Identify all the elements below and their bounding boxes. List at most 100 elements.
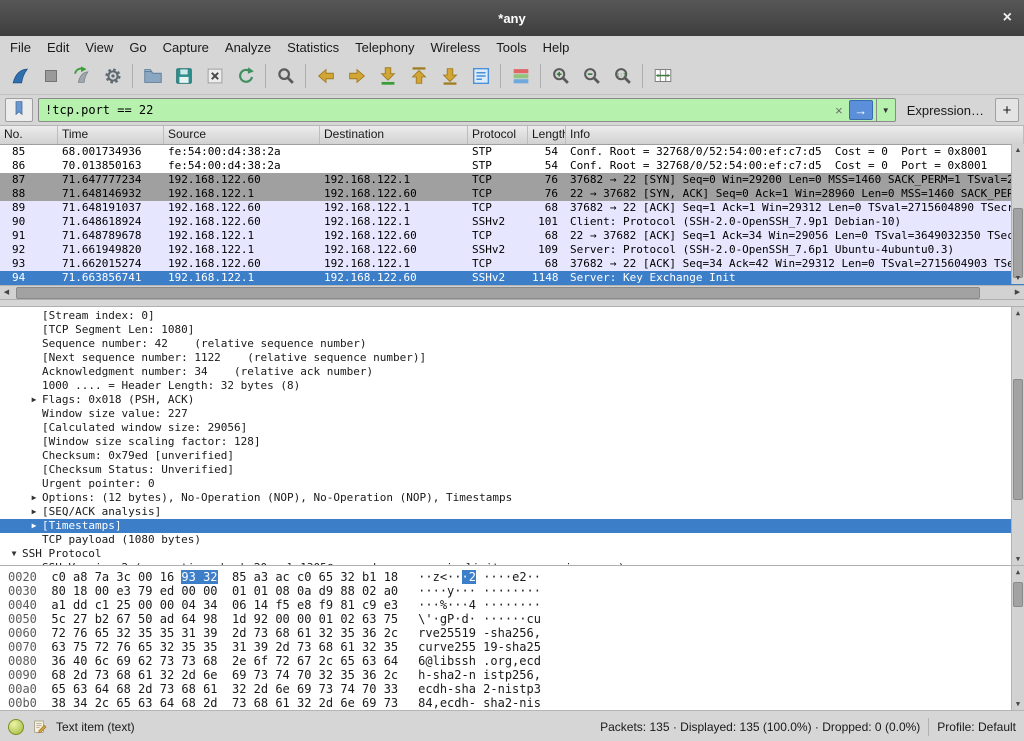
auto-scroll-button[interactable] — [465, 62, 496, 90]
zoom-original-button[interactable]: 1:1 — [607, 62, 638, 90]
go-back-button[interactable] — [310, 62, 341, 90]
menu-capture[interactable]: Capture — [155, 39, 217, 56]
column-header-length[interactable]: Length — [528, 126, 566, 144]
detail-line[interactable]: [Calculated window size: 29056] — [0, 421, 1024, 435]
menu-wireless[interactable]: Wireless — [422, 39, 488, 56]
reload-file-button[interactable] — [230, 62, 261, 90]
expander-closed-icon[interactable]: ▶ — [26, 505, 42, 519]
menu-edit[interactable]: Edit — [39, 39, 77, 56]
column-header-destination[interactable]: Destination — [320, 126, 468, 144]
colorize-packets-button[interactable] — [505, 62, 536, 90]
detail-line[interactable]: ▶Flags: 0x018 (PSH, ACK) — [0, 393, 1024, 407]
scroll-down-icon[interactable]: ▼ — [1012, 553, 1024, 565]
column-header-info[interactable]: Info — [566, 126, 1024, 144]
packet-row[interactable]: 8771.647777234192.168.122.60192.168.122.… — [0, 173, 1024, 187]
detail-line[interactable]: 1000 .... = Header Length: 32 bytes (8) — [0, 379, 1024, 393]
detail-line[interactable]: ▶Options: (12 bytes), No-Operation (NOP)… — [0, 491, 1024, 505]
find-packet-button[interactable] — [270, 62, 301, 90]
hex-row[interactable]: 00b0 38 34 2c 65 63 64 68 2d 73 68 61 32… — [0, 696, 1024, 710]
save-file-button[interactable] — [168, 62, 199, 90]
expander-closed-icon[interactable]: ▶ — [26, 491, 42, 505]
menu-help[interactable]: Help — [535, 39, 578, 56]
menu-statistics[interactable]: Statistics — [279, 39, 347, 56]
detail-line[interactable]: Acknowledgment number: 34 (relative ack … — [0, 365, 1024, 379]
column-header-no[interactable]: No. — [0, 126, 58, 144]
packet-row[interactable]: 9471.663856741192.168.122.1192.168.122.6… — [0, 271, 1024, 285]
packet-row[interactable]: 9271.661949820192.168.122.1192.168.122.6… — [0, 243, 1024, 257]
detail-line[interactable]: Urgent pointer: 0 — [0, 477, 1024, 491]
scroll-thumb[interactable] — [1013, 582, 1023, 607]
expander-closed-icon[interactable]: ▶ — [26, 393, 42, 407]
status-profile[interactable]: Profile: Default — [937, 720, 1016, 734]
detail-line[interactable]: TCP payload (1080 bytes) — [0, 533, 1024, 547]
column-header-source[interactable]: Source — [164, 126, 320, 144]
hex-row[interactable]: 0020 c0 a8 7a 3c 00 16 93 32 85 a3 ac c0… — [0, 570, 1024, 584]
scroll-down-icon[interactable]: ▼ — [1012, 698, 1024, 710]
detail-line[interactable]: [Next sequence number: 1122 (relative se… — [0, 351, 1024, 365]
menu-telephony[interactable]: Telephony — [347, 39, 422, 56]
hex-row[interactable]: 0090 68 2d 73 68 61 32 2d 6e 69 73 74 70… — [0, 668, 1024, 682]
bytes-vscrollbar[interactable]: ▲ ▼ — [1011, 566, 1024, 710]
hex-row[interactable]: 0040 a1 dd c1 25 00 00 04 34 06 14 f5 e8… — [0, 598, 1024, 612]
scroll-left-icon[interactable]: ◀ — [0, 286, 13, 298]
menu-go[interactable]: Go — [121, 39, 154, 56]
scroll-thumb[interactable] — [1013, 208, 1023, 277]
open-file-button[interactable] — [137, 62, 168, 90]
go-first-button[interactable] — [403, 62, 434, 90]
detail-line[interactable]: [Window size scaling factor: 128] — [0, 435, 1024, 449]
filter-clear-icon[interactable]: × — [829, 103, 849, 118]
stop-capture-button[interactable] — [35, 62, 66, 90]
close-window-button[interactable]: × — [1003, 0, 1012, 36]
menu-view[interactable]: View — [77, 39, 121, 56]
filter-bookmark-button[interactable] — [5, 98, 33, 122]
add-filter-button[interactable]: + — [995, 98, 1019, 122]
capture-options-button[interactable] — [97, 62, 128, 90]
packet-row[interactable]: 8568.001734936fe:54:00:d4:38:2aSTP54Conf… — [0, 145, 1024, 159]
column-header-time[interactable]: Time — [58, 126, 164, 144]
scroll-down-icon[interactable]: ▼ — [1012, 272, 1024, 284]
go-to-packet-button[interactable] — [372, 62, 403, 90]
scroll-thumb[interactable] — [16, 287, 980, 299]
packet-row[interactable]: 8871.648146932192.168.122.1192.168.122.6… — [0, 187, 1024, 201]
packet-row[interactable]: 9071.648618924192.168.122.60192.168.122.… — [0, 215, 1024, 229]
expression-button[interactable]: Expression… — [901, 103, 990, 118]
scroll-thumb[interactable] — [1013, 379, 1023, 500]
expander-open-icon[interactable]: ▼ — [6, 547, 22, 561]
detail-line[interactable]: Checksum: 0x79ed [unverified] — [0, 449, 1024, 463]
detail-line[interactable]: Window size value: 227 — [0, 407, 1024, 421]
hex-row[interactable]: 0030 80 18 00 e3 79 ed 00 00 01 01 08 0a… — [0, 584, 1024, 598]
scroll-up-icon[interactable]: ▲ — [1012, 566, 1024, 578]
go-forward-button[interactable] — [341, 62, 372, 90]
packet-row[interactable]: 9171.648789678192.168.122.1192.168.122.6… — [0, 229, 1024, 243]
restart-capture-button[interactable] — [66, 62, 97, 90]
hex-row[interactable]: 0060 72 76 65 32 35 35 31 39 2d 73 68 61… — [0, 626, 1024, 640]
scroll-up-icon[interactable]: ▲ — [1012, 307, 1024, 319]
filter-dropdown-icon[interactable]: ▼ — [876, 99, 895, 121]
hex-row[interactable]: 0080 36 40 6c 69 62 73 73 68 2e 6f 72 67… — [0, 654, 1024, 668]
menu-file[interactable]: File — [2, 39, 39, 56]
menu-tools[interactable]: Tools — [488, 39, 534, 56]
go-last-button[interactable] — [434, 62, 465, 90]
scroll-right-icon[interactable]: ▶ — [1011, 286, 1024, 298]
detail-line[interactable]: [Stream index: 0] — [0, 309, 1024, 323]
packet-list-hscrollbar[interactable]: ◀ ▶ — [0, 285, 1024, 299]
detail-line[interactable]: ▼SSH Protocol — [0, 547, 1024, 561]
detail-line[interactable]: Sequence number: 42 (relative sequence n… — [0, 337, 1024, 351]
hex-row[interactable]: 0050 5c 27 b2 67 50 ad 64 98 1d 92 00 00… — [0, 612, 1024, 626]
packet-list-vscrollbar[interactable]: ▲ ▼ — [1011, 144, 1024, 284]
detail-line[interactable]: ▶[Timestamps] — [0, 519, 1024, 533]
menu-analyze[interactable]: Analyze — [217, 39, 279, 56]
packet-row[interactable]: 9371.662015274192.168.122.60192.168.122.… — [0, 257, 1024, 271]
column-header-protocol[interactable]: Protocol — [468, 126, 528, 144]
expert-info-icon[interactable] — [8, 719, 24, 735]
pane-splitter[interactable] — [0, 299, 1024, 307]
resize-columns-button[interactable] — [647, 62, 678, 90]
zoom-in-button[interactable] — [545, 62, 576, 90]
close-file-button[interactable] — [199, 62, 230, 90]
packet-row[interactable]: 8971.648191037192.168.122.60192.168.122.… — [0, 201, 1024, 215]
scroll-up-icon[interactable]: ▲ — [1012, 144, 1024, 156]
expander-closed-icon[interactable]: ▶ — [26, 519, 42, 533]
hex-row[interactable]: 00a0 65 63 64 68 2d 73 68 61 32 2d 6e 69… — [0, 682, 1024, 696]
filter-apply-button[interactable]: → — [849, 100, 873, 120]
zoom-out-button[interactable] — [576, 62, 607, 90]
